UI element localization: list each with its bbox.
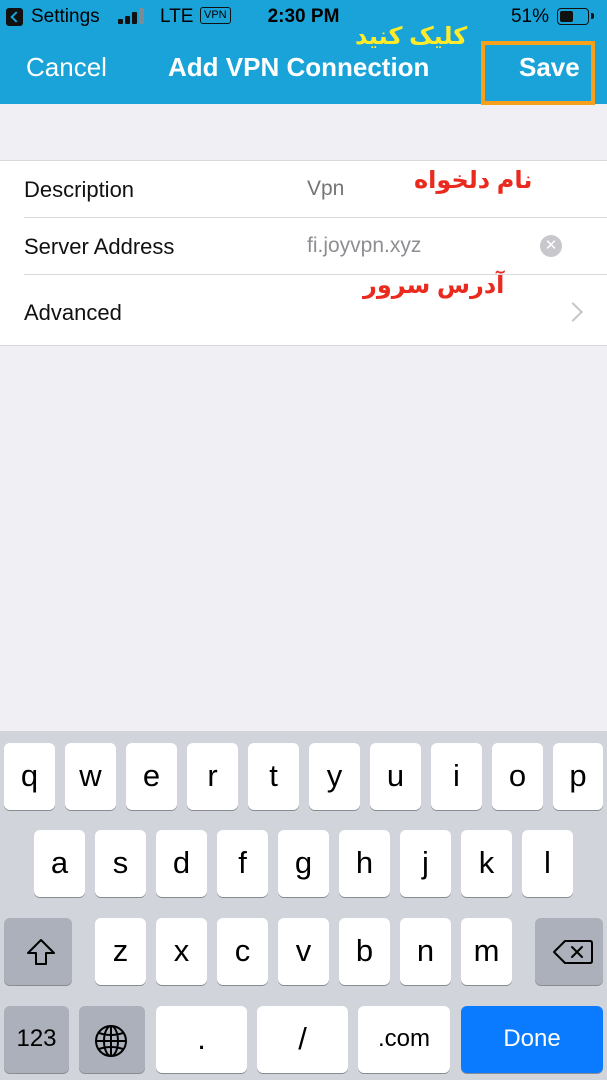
description-label: Description: [24, 177, 135, 202]
key-d[interactable]: d: [156, 830, 207, 897]
key-z[interactable]: z: [95, 918, 146, 985]
globe-icon: [95, 1025, 127, 1057]
battery-fill: [560, 11, 573, 22]
save-highlight-box: [481, 41, 595, 105]
advanced-row[interactable]: Advanced: [0, 275, 607, 345]
server-address-row[interactable]: Server Address ✕: [0, 218, 607, 275]
backspace-icon: [553, 940, 593, 964]
key-y[interactable]: y: [309, 743, 360, 810]
battery-nub: [591, 13, 594, 19]
numbers-key[interactable]: 123: [4, 1006, 69, 1073]
key-a[interactable]: a: [34, 830, 85, 897]
save-annotation: کلیک کنید: [355, 23, 468, 50]
key-l[interactable]: l: [522, 830, 573, 897]
key-w[interactable]: w: [65, 743, 116, 810]
done-key[interactable]: Done: [461, 1006, 603, 1073]
globe-key[interactable]: [79, 1006, 145, 1073]
keyboard: q w e r t y u i o p a s d f g h j k l z …: [0, 731, 607, 1080]
shift-icon: [27, 939, 55, 965]
key-j[interactable]: j: [400, 830, 451, 897]
dotcom-key[interactable]: .com: [358, 1006, 450, 1073]
chevron-right-icon: [563, 302, 583, 322]
advanced-label: Advanced: [24, 300, 122, 325]
key-v[interactable]: v: [278, 918, 329, 985]
dot-key[interactable]: .: [156, 1006, 247, 1073]
slash-key[interactable]: /: [257, 1006, 348, 1073]
backspace-key[interactable]: [535, 918, 603, 985]
status-bar: Settings LTE VPN 2:30 PM 51%: [0, 0, 607, 34]
cancel-button[interactable]: Cancel: [26, 52, 107, 83]
key-g[interactable]: g: [278, 830, 329, 897]
key-i[interactable]: i: [431, 743, 482, 810]
battery-icon: [557, 8, 589, 25]
key-b[interactable]: b: [339, 918, 390, 985]
server-annotation: آدرس سرور: [363, 272, 505, 299]
key-q[interactable]: q: [4, 743, 55, 810]
key-f[interactable]: f: [217, 830, 268, 897]
key-e[interactable]: e: [126, 743, 177, 810]
key-c[interactable]: c: [217, 918, 268, 985]
key-x[interactable]: x: [156, 918, 207, 985]
clear-text-icon[interactable]: ✕: [540, 235, 562, 257]
key-m[interactable]: m: [461, 918, 512, 985]
key-u[interactable]: u: [370, 743, 421, 810]
server-address-label: Server Address: [24, 234, 175, 259]
key-p[interactable]: p: [553, 743, 603, 810]
key-h[interactable]: h: [339, 830, 390, 897]
key-n[interactable]: n: [400, 918, 451, 985]
shift-key[interactable]: [4, 918, 72, 985]
key-t[interactable]: t: [248, 743, 299, 810]
battery-percent: 51%: [510, 6, 549, 27]
key-o[interactable]: o: [492, 743, 543, 810]
name-annotation: نام دلخواه: [414, 167, 533, 194]
key-s[interactable]: s: [95, 830, 146, 897]
server-address-input[interactable]: [307, 234, 532, 258]
key-r[interactable]: r: [187, 743, 238, 810]
key-k[interactable]: k: [461, 830, 512, 897]
page-title: Add VPN Connection: [168, 52, 430, 82]
